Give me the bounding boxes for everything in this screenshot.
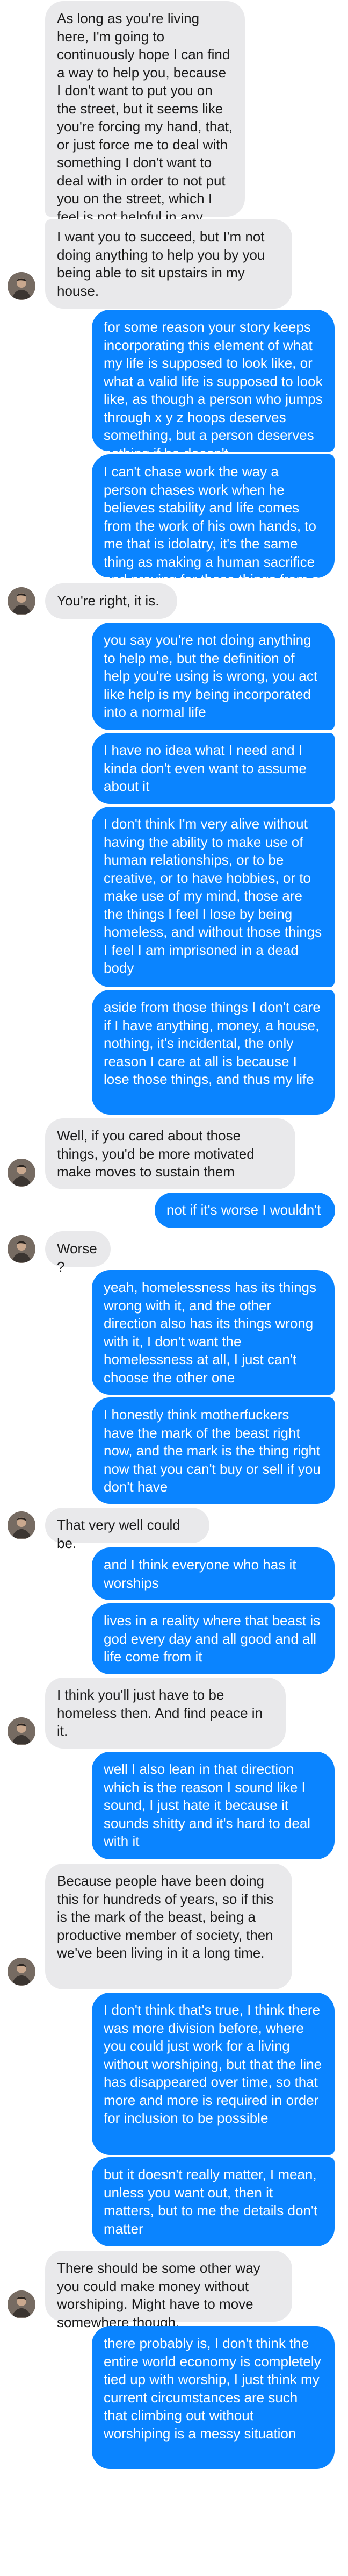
message-thread: As long as you're living here, I'm going… bbox=[0, 0, 348, 2576]
message-bubble-outgoing: well I also lean in that direction which… bbox=[92, 1752, 335, 1859]
contact-avatar-icon bbox=[8, 1717, 35, 1745]
contact-avatar-icon bbox=[8, 2290, 35, 2318]
message-bubble-outgoing: yeah, homelessness has its things wrong … bbox=[92, 1270, 335, 1395]
message-bubble-outgoing: I don't think I'm very alive without hav… bbox=[92, 807, 335, 987]
message-bubble-incoming: I want you to succeed, but I'm not doing… bbox=[45, 219, 292, 309]
message-bubble-incoming: Because people have been doing this for … bbox=[45, 1864, 292, 1989]
message-bubble-incoming: Well, if you cared about those things, y… bbox=[45, 1118, 295, 1189]
message-bubble-outgoing: aside from those things I don't care if … bbox=[92, 990, 335, 1115]
message-bubble-outgoing: but it doesn't really matter, I mean, un… bbox=[92, 2157, 335, 2246]
message-bubble-outgoing: I can't chase work the way a person chas… bbox=[92, 454, 335, 606]
message-bubble-outgoing: I honestly think motherfuckers have the … bbox=[92, 1397, 335, 1504]
message-bubble-incoming: I think you'll just have to be homeless … bbox=[45, 1678, 286, 1749]
contact-avatar-icon bbox=[8, 587, 35, 615]
message-bubble-incoming: Worse? bbox=[45, 1231, 111, 1275]
message-bubble-outgoing: I don't think that's true, I think there… bbox=[92, 1993, 335, 2155]
contact-avatar-icon bbox=[8, 1511, 35, 1539]
message-bubble-incoming: There should be some other way you could… bbox=[45, 2251, 292, 2330]
contact-avatar-icon bbox=[8, 272, 35, 300]
message-bubble-outgoing: there probably is, I don't think the ent… bbox=[92, 2326, 335, 2469]
message-bubble-outgoing: I have no idea what I need and I kinda d… bbox=[92, 733, 335, 804]
message-bubble-outgoing: you say you're not doing anything to hel… bbox=[92, 623, 335, 730]
message-bubble-incoming: As long as you're living here, I'm going… bbox=[45, 1, 245, 261]
message-bubble-outgoing: not if it's worse I wouldn't bbox=[155, 1193, 335, 1228]
contact-avatar-icon bbox=[8, 1159, 35, 1187]
message-bubble-outgoing: lives in a reality where that beast is g… bbox=[92, 1603, 335, 1674]
message-bubble-incoming: You're right, it is. bbox=[45, 583, 177, 619]
contact-avatar-icon bbox=[8, 1235, 35, 1263]
message-bubble-outgoing: for some reason your story keeps incorpo… bbox=[92, 310, 335, 461]
contact-avatar-icon bbox=[8, 1958, 35, 1986]
message-bubble-incoming: That very well could be. bbox=[45, 1508, 209, 1551]
message-bubble-outgoing: and I think everyone who has it worships bbox=[92, 1547, 335, 1600]
